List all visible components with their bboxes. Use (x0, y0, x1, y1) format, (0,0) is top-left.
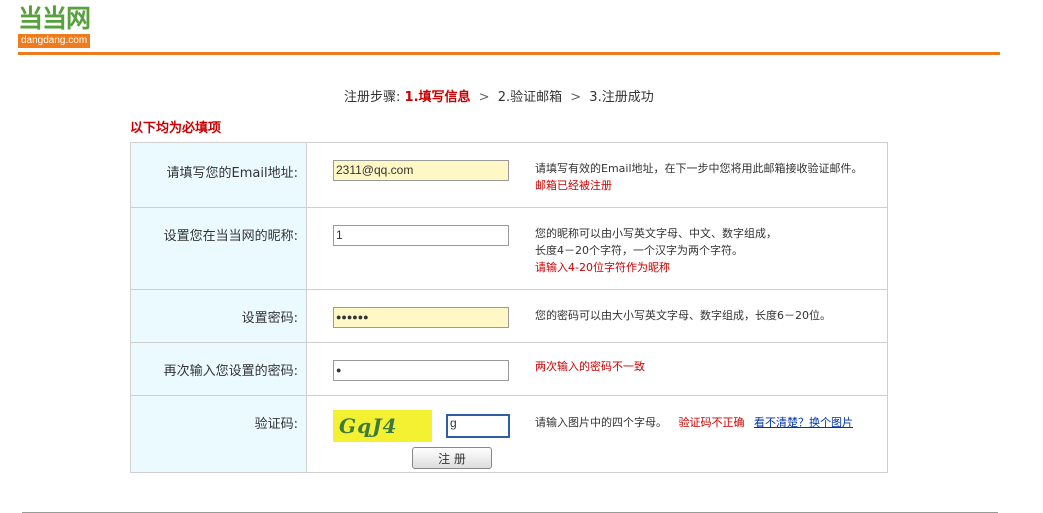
captcha-input[interactable]: g (446, 414, 510, 438)
captcha-image: GqJ4 (333, 410, 432, 442)
required-notice: 以下均为必填项 (130, 121, 222, 136)
nickname-hint-1: 您的昵称可以由小写英文字母、中文、数字组成， (535, 227, 777, 240)
captcha-error: 验证码不正确 (678, 416, 745, 429)
logo[interactable]: 当当网 dangdang.com (18, 4, 108, 48)
password-field[interactable]: ●●●●●● (333, 307, 509, 328)
email-hint: 请填写有效的Email地址，在下一步中您将用此邮箱接收验证邮件。 (535, 162, 863, 175)
confirm-password-row: 再次输入您设置的密码: ● 两次输入的密码不一致 (130, 342, 888, 396)
confirm-password-error: 两次输入的密码不一致 (535, 360, 645, 373)
email-field[interactable]: 2311@qq.com (333, 160, 509, 181)
register-button[interactable]: 注 册 (412, 447, 492, 469)
email-error: 邮箱已经被注册 (535, 179, 612, 192)
nickname-field[interactable]: 1 (333, 225, 509, 246)
captcha-label: 验证码: (254, 417, 298, 432)
confirm-password-label: 再次输入您设置的密码: (163, 364, 298, 379)
registration-steps: 注册步骤: 1.填写信息 > 2.验证邮箱 > 3.注册成功 (344, 86, 654, 105)
email-row: 请填写您的Email地址: 2311@qq.com 请填写有效的Email地址，… (130, 142, 888, 208)
nickname-error: 请输入4-20位字符作为昵称 (535, 261, 670, 274)
password-hint: 您的密码可以由大小写英文字母、数字组成，长度6－20位。 (535, 309, 831, 322)
step-success: 3.注册成功 (589, 90, 654, 105)
logo-mark: 当当网 (18, 4, 91, 33)
captcha-image-text: GqJ4 (339, 414, 398, 438)
confirm-password-field[interactable]: ● (333, 360, 509, 381)
nickname-label: 设置您在当当网的昵称: (163, 229, 298, 244)
nickname-row: 设置您在当当网的昵称: 1 您的昵称可以由小写英文字母、中文、数字组成， 长度4… (130, 207, 888, 290)
step-current: 1.填写信息 (404, 90, 471, 105)
refresh-captcha-link[interactable]: 看不清楚？换个图片 (754, 416, 853, 429)
logo-domain: dangdang.com (18, 34, 91, 48)
password-label: 设置密码: (241, 311, 298, 326)
step-verify-email: 2.验证邮箱 (497, 90, 563, 105)
password-row: 设置密码: ●●●●●● 您的密码可以由大小写英文字母、数字组成，长度6－20位… (130, 289, 888, 343)
step-arrow: > (478, 90, 490, 105)
header-divider (18, 52, 1000, 55)
captcha-hint: 请输入图片中的四个字母。 (535, 416, 667, 429)
step-arrow: > (570, 90, 582, 105)
email-label: 请填写您的Email地址: (166, 166, 298, 181)
nickname-hint-2: 长度4－20个字符，一个汉字为两个字符。 (535, 244, 743, 257)
captcha-row: 验证码: GqJ4 g 请输入图片中的四个字母。 验证码不正确 看不清楚？换个图… (130, 395, 888, 473)
steps-prefix: 注册步骤: (344, 90, 401, 105)
registration-form: 请填写您的Email地址: 2311@qq.com 请填写有效的Email地址，… (130, 142, 888, 473)
